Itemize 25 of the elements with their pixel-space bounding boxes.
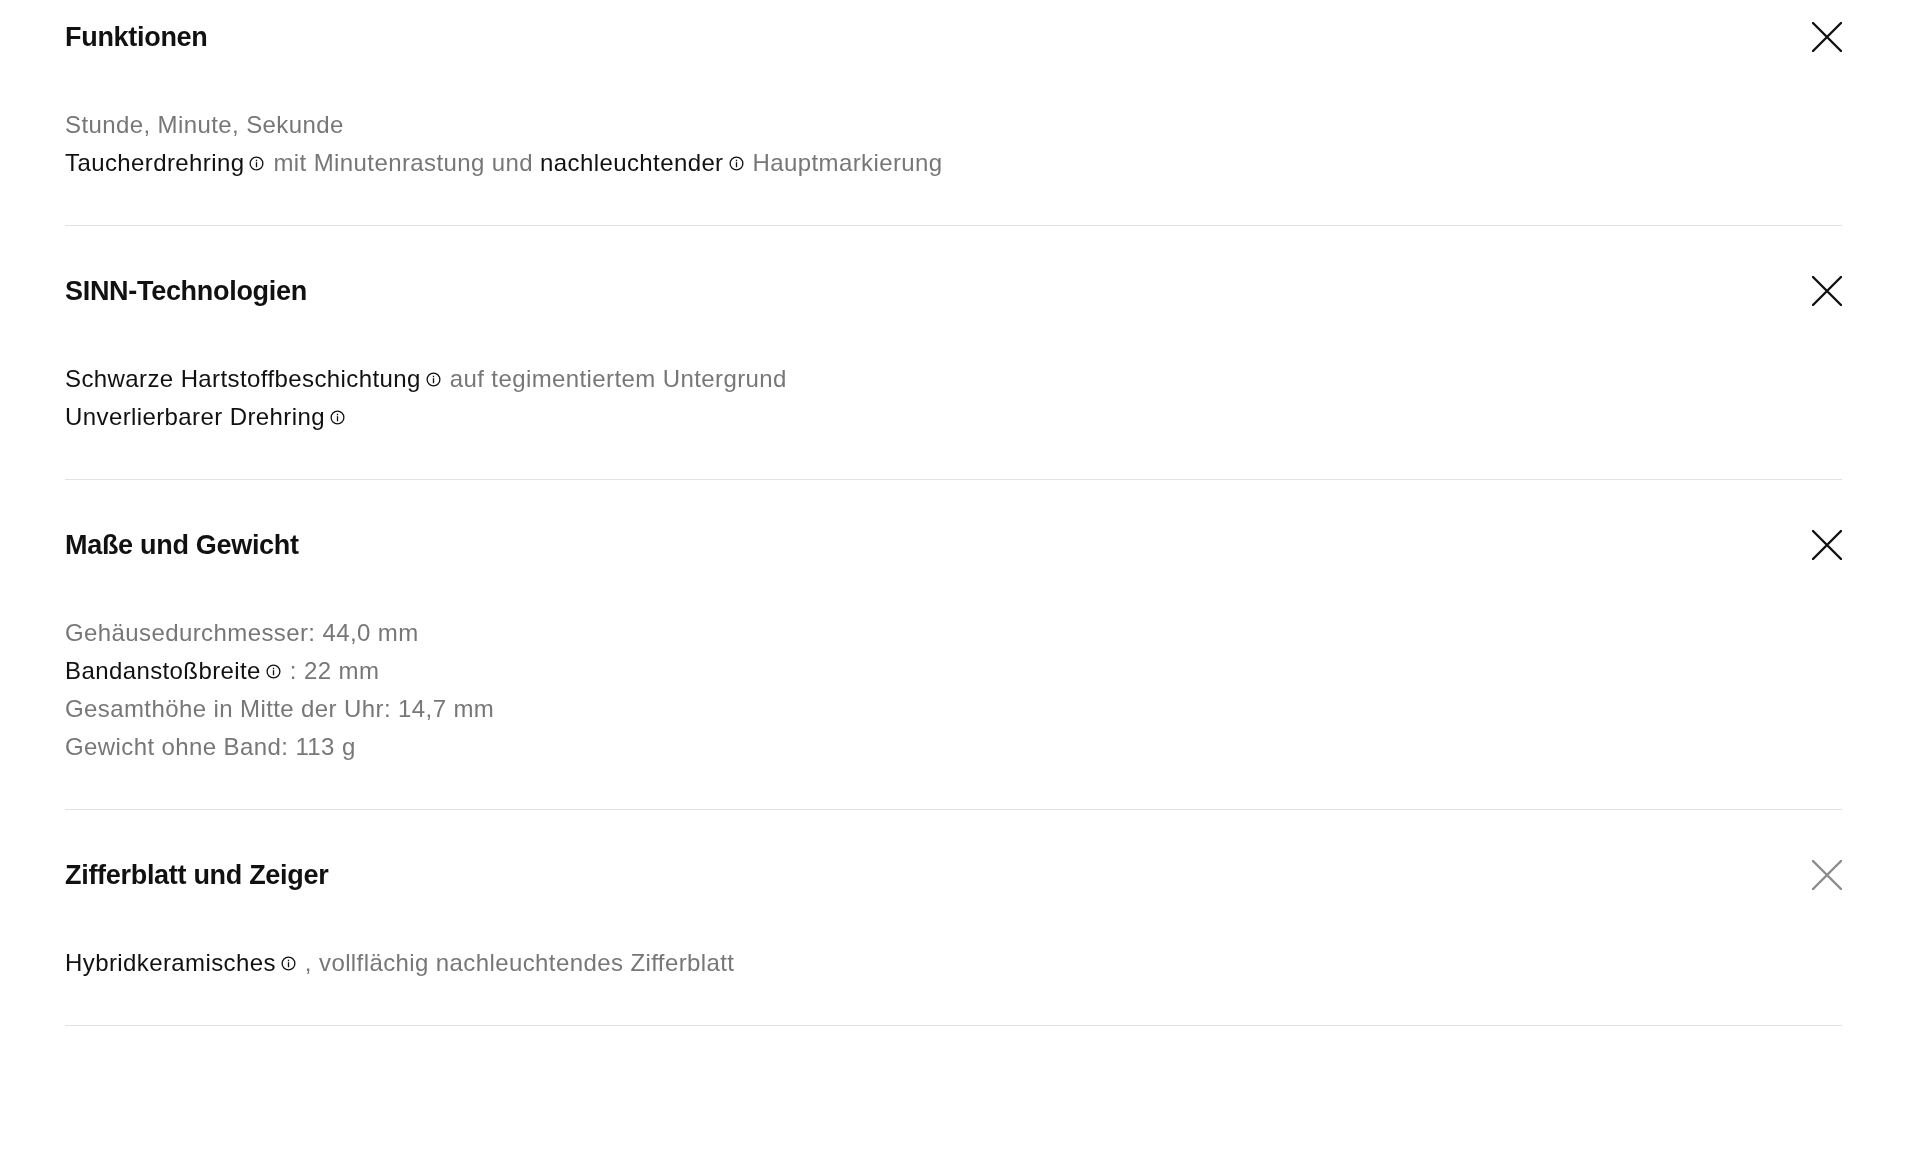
term-link[interactable]: Schwarze Hartstoffbeschichtung	[65, 365, 421, 393]
term-link[interactable]: Taucherdrehring	[65, 149, 245, 177]
spec-text: : 22 mm	[289, 657, 380, 685]
info-icon[interactable]	[425, 371, 441, 387]
section-title: Maße und Gewicht	[65, 529, 299, 561]
spec-text: mit Minutenrastung und	[273, 149, 534, 177]
info-icon[interactable]	[280, 955, 296, 971]
term-link[interactable]: Bandanstoßbreite	[65, 657, 261, 685]
term-link[interactable]: Hybridkeramisches	[65, 949, 276, 977]
info-icon[interactable]	[249, 155, 265, 171]
term-link[interactable]: nachleuchtender	[540, 149, 724, 177]
term-link[interactable]: Unverlierbarer Drehring	[65, 403, 325, 431]
spec-text: Hauptmarkierung	[752, 149, 943, 177]
spec-text: auf tegimentiertem Untergrund	[449, 365, 787, 393]
spec-text: Stunde, Minute, Sekunde	[65, 111, 344, 139]
spec-text: Gehäusedurchmesser: 44,0 mm	[65, 619, 419, 647]
section-title: SINN-Technologien	[65, 275, 307, 307]
section-title: Zifferblatt und Zeiger	[65, 859, 329, 891]
spec-text: Gesamthöhe in Mitte der Uhr: 14,7 mm	[65, 695, 495, 723]
spec-text: , vollflächig nachleuchtendes Zifferblatt	[304, 949, 735, 977]
info-icon[interactable]	[265, 663, 281, 679]
section-title: Funktionen	[65, 21, 208, 53]
spec-text: Gewicht ohne Band: 113 g	[65, 733, 356, 761]
info-icon[interactable]	[728, 155, 744, 171]
info-icon[interactable]	[329, 409, 345, 425]
